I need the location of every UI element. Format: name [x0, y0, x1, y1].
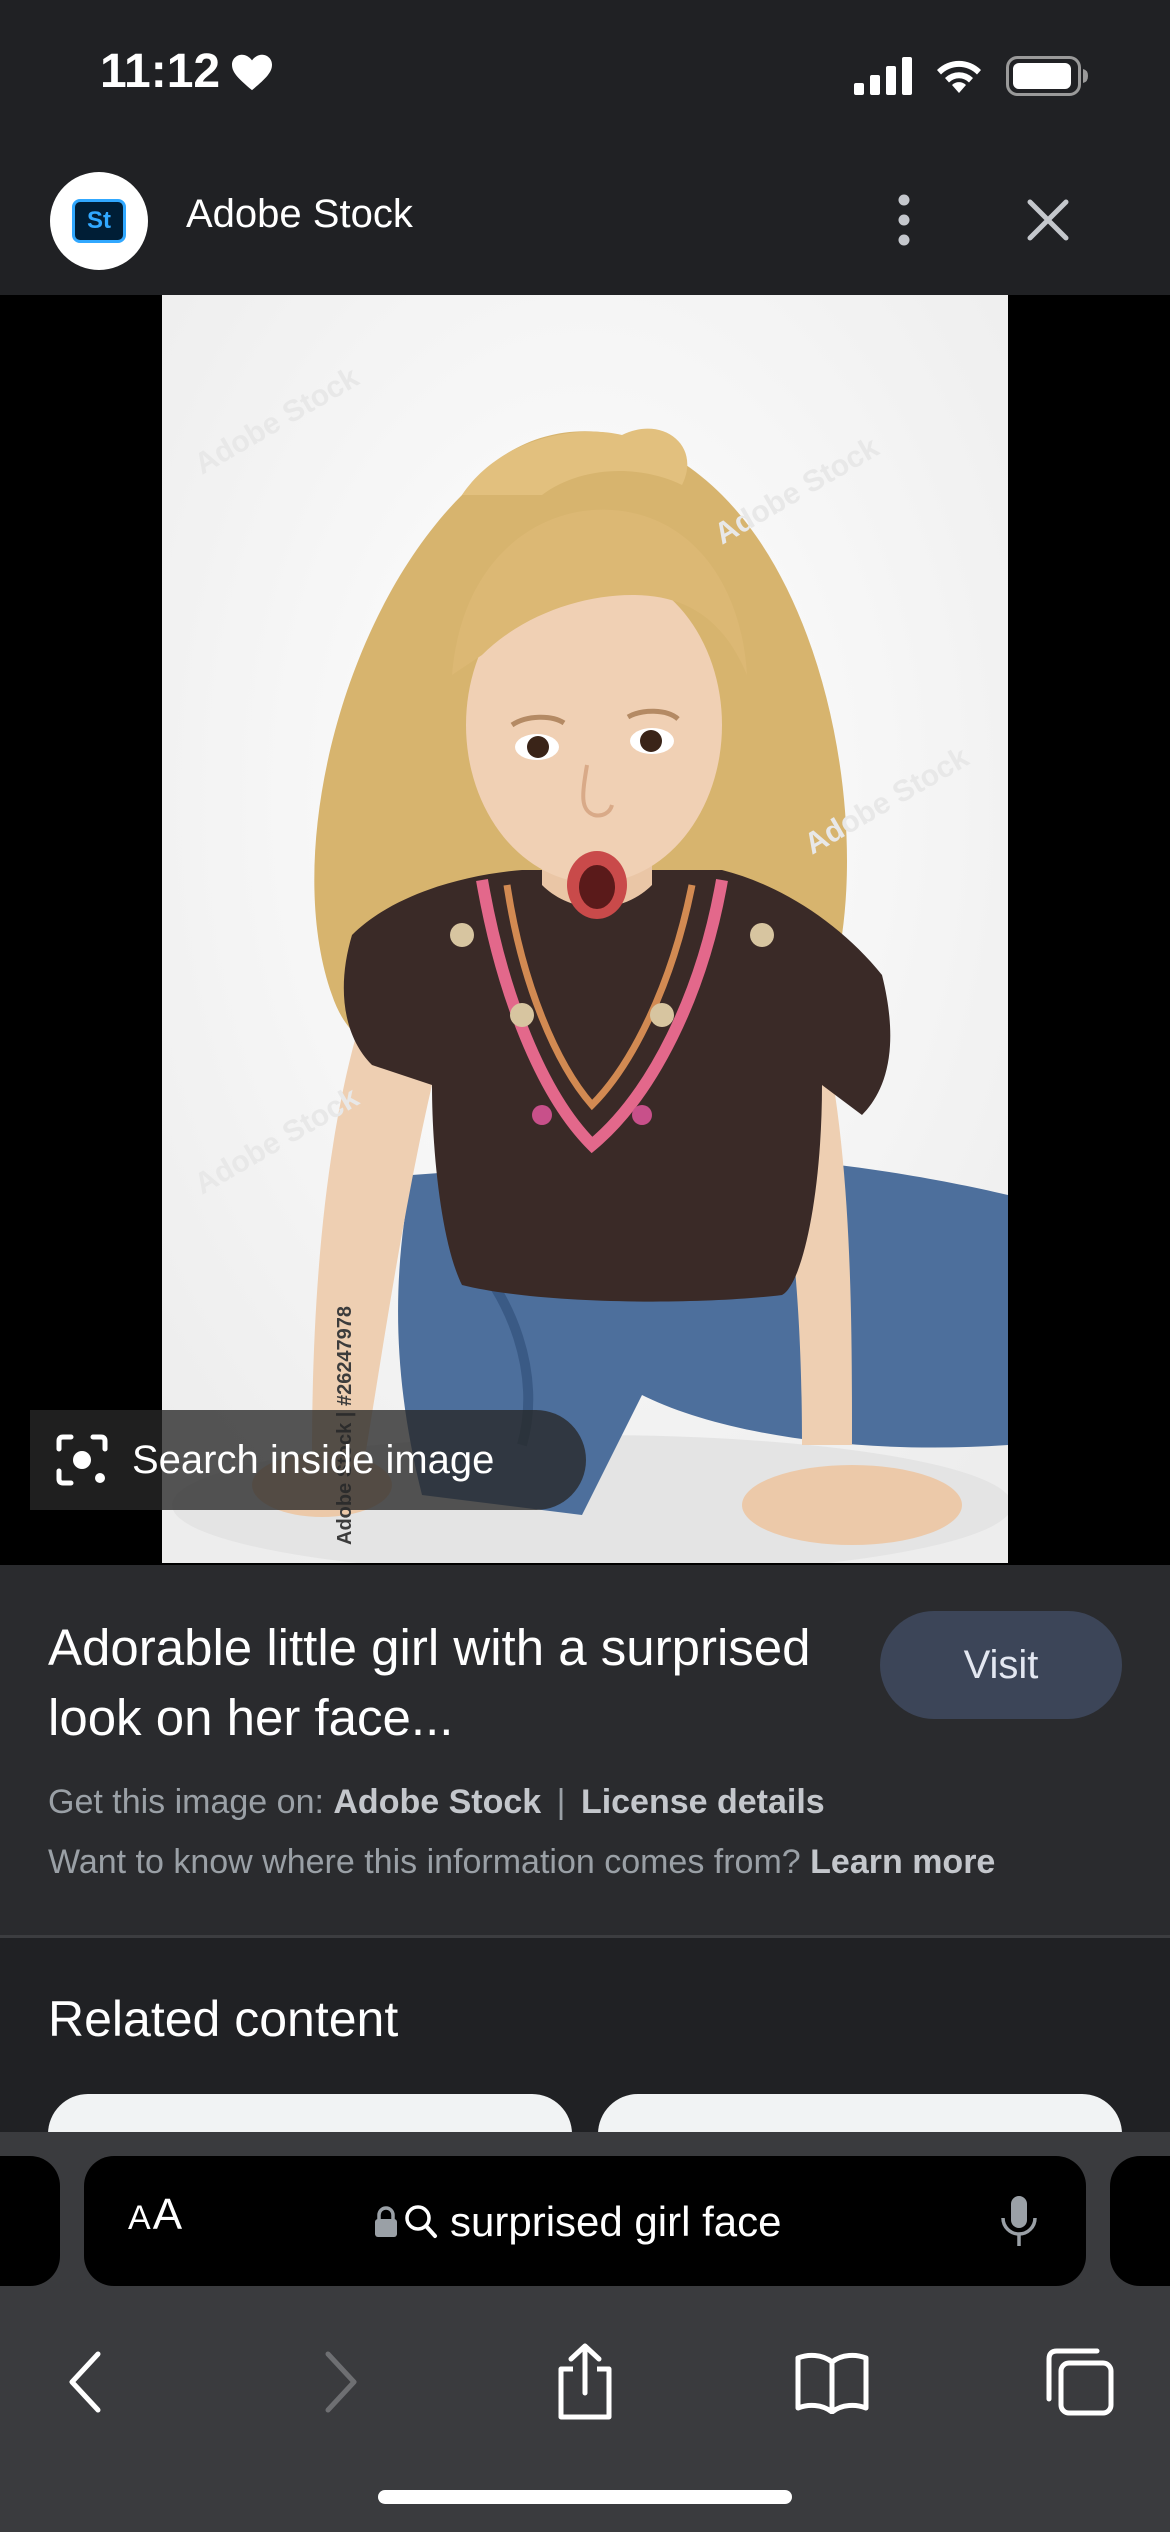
adobe-stock-logo: St — [50, 172, 148, 270]
cellular-signal-icon — [854, 57, 912, 95]
source-separator: | — [556, 1783, 566, 1821]
forward-button[interactable] — [300, 2342, 380, 2422]
navigation-toolbar — [0, 2312, 1170, 2452]
lens-result-header: St Adobe Stock — [0, 150, 1170, 295]
next-tab-peek[interactable] — [1110, 2156, 1170, 2286]
aa-large: A — [152, 2190, 185, 2239]
more-options-button[interactable] — [880, 190, 928, 250]
source-link[interactable]: Adobe Stock — [333, 1783, 541, 1821]
status-indicators — [854, 56, 1090, 96]
bookmarks-button[interactable] — [792, 2342, 872, 2422]
visit-button[interactable]: Visit — [880, 1611, 1122, 1719]
battery-icon — [1006, 56, 1088, 96]
microphone-icon — [1001, 2196, 1037, 2246]
wifi-icon — [937, 60, 981, 93]
close-icon — [1027, 199, 1069, 241]
source-prefix: Get this image on: — [48, 1783, 334, 1821]
lens-icon — [52, 1430, 112, 1490]
address-bar[interactable]: AA surprised girl face — [84, 2156, 1086, 2286]
microphone-button[interactable] — [996, 2192, 1042, 2252]
learn-more-line: Want to know where this information come… — [48, 1843, 995, 1882]
related-content-section: Related content — [0, 1938, 1170, 2174]
forward-icon — [325, 2351, 357, 2413]
share-icon — [558, 2343, 612, 2420]
learn-prefix: Want to know where this information come… — [48, 1843, 811, 1881]
tabs-icon — [1046, 2348, 1114, 2416]
search-icon — [405, 2205, 437, 2238]
search-inside-image-button[interactable]: Search inside image — [30, 1410, 586, 1510]
home-indicator[interactable] — [378, 2490, 792, 2504]
source-title: Adobe Stock — [186, 192, 413, 236]
related-content-title: Related content — [48, 1991, 399, 2047]
aa-small: A — [128, 2199, 153, 2237]
image-viewer[interactable]: Adobe Stock Adobe Stock Adobe Stock Adob… — [0, 295, 1170, 1565]
status-bar: 11:12 — [0, 0, 1170, 150]
learn-more-link[interactable]: Learn more — [810, 1843, 995, 1881]
status-time: 11:12 — [100, 44, 274, 99]
result-title[interactable]: Adorable little girl with a surprised lo… — [48, 1613, 848, 1753]
result-info-panel: Adorable little girl with a surprised lo… — [0, 1565, 1170, 1935]
search-inside-image-label: Search inside image — [132, 1437, 495, 1482]
close-button[interactable] — [1020, 190, 1076, 250]
heart-icon — [232, 54, 273, 90]
url-text: surprised girl face — [450, 2198, 782, 2245]
reader-settings-button[interactable]: AA — [128, 2190, 184, 2240]
source-line: Get this image on: Adobe Stock | License… — [48, 1783, 825, 1822]
share-button[interactable] — [545, 2342, 625, 2422]
more-vert-icon — [898, 194, 910, 246]
url-display[interactable]: surprised girl face — [374, 2196, 781, 2248]
logo-text: St — [72, 199, 126, 243]
back-icon — [69, 2351, 101, 2413]
status-time-text: 11:12 — [100, 45, 221, 98]
license-details-link[interactable]: License details — [581, 1783, 825, 1821]
bookmarks-icon — [795, 2352, 869, 2414]
back-button[interactable] — [46, 2342, 126, 2422]
tabs-button[interactable] — [1040, 2342, 1120, 2422]
lock-icon — [375, 2206, 397, 2237]
stock-photo[interactable]: Adobe Stock Adobe Stock Adobe Stock Adob… — [162, 295, 1008, 1563]
photo-illustration: Adobe Stock Adobe Stock Adobe Stock Adob… — [162, 295, 1008, 1563]
previous-tab-peek[interactable] — [0, 2156, 60, 2286]
browser-toolbar: AA surprised girl face — [0, 2132, 1170, 2532]
